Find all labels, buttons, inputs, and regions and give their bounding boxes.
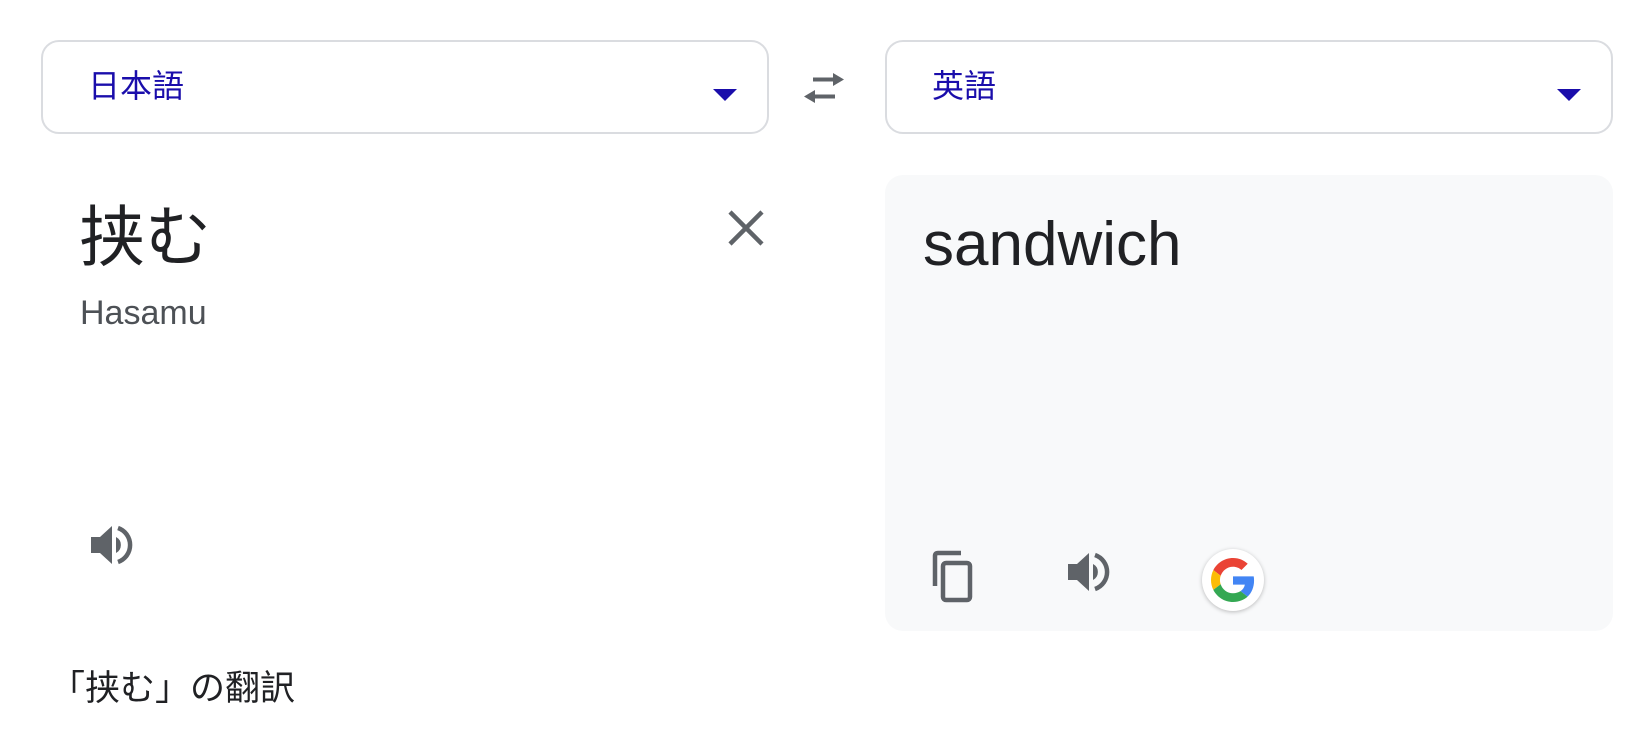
target-listen-button[interactable] (1060, 544, 1116, 600)
copy-button[interactable] (925, 549, 981, 605)
translation-footer-link[interactable]: 「挟む」の翻訳 (50, 667, 295, 711)
google-logo-icon (1211, 558, 1255, 602)
chevron-down-icon (713, 89, 737, 101)
target-language-label: 英語 (932, 68, 997, 104)
source-language-select[interactable]: 日本語 (41, 40, 769, 134)
source-language-label: 日本語 (88, 68, 185, 104)
chevron-down-icon (1557, 89, 1581, 101)
source-text[interactable]: 挟む (79, 197, 211, 277)
speaker-icon (1068, 552, 1110, 592)
translation-panel: sandwich (885, 175, 1613, 631)
source-listen-button[interactable] (83, 517, 139, 573)
open-in-google-translate-button[interactable] (1202, 549, 1264, 611)
speaker-icon (91, 525, 133, 565)
source-text-panel[interactable]: 挟む Hasamu (41, 175, 769, 631)
romanization-text: Hasamu (80, 294, 207, 332)
close-icon (728, 210, 764, 246)
copy-icon (932, 550, 973, 603)
target-language-select[interactable]: 英語 (885, 40, 1613, 134)
clear-text-button[interactable] (721, 203, 771, 253)
swap-arrows-icon (804, 73, 844, 103)
translated-text[interactable]: sandwich (923, 205, 1181, 285)
swap-languages-button[interactable] (796, 62, 852, 114)
